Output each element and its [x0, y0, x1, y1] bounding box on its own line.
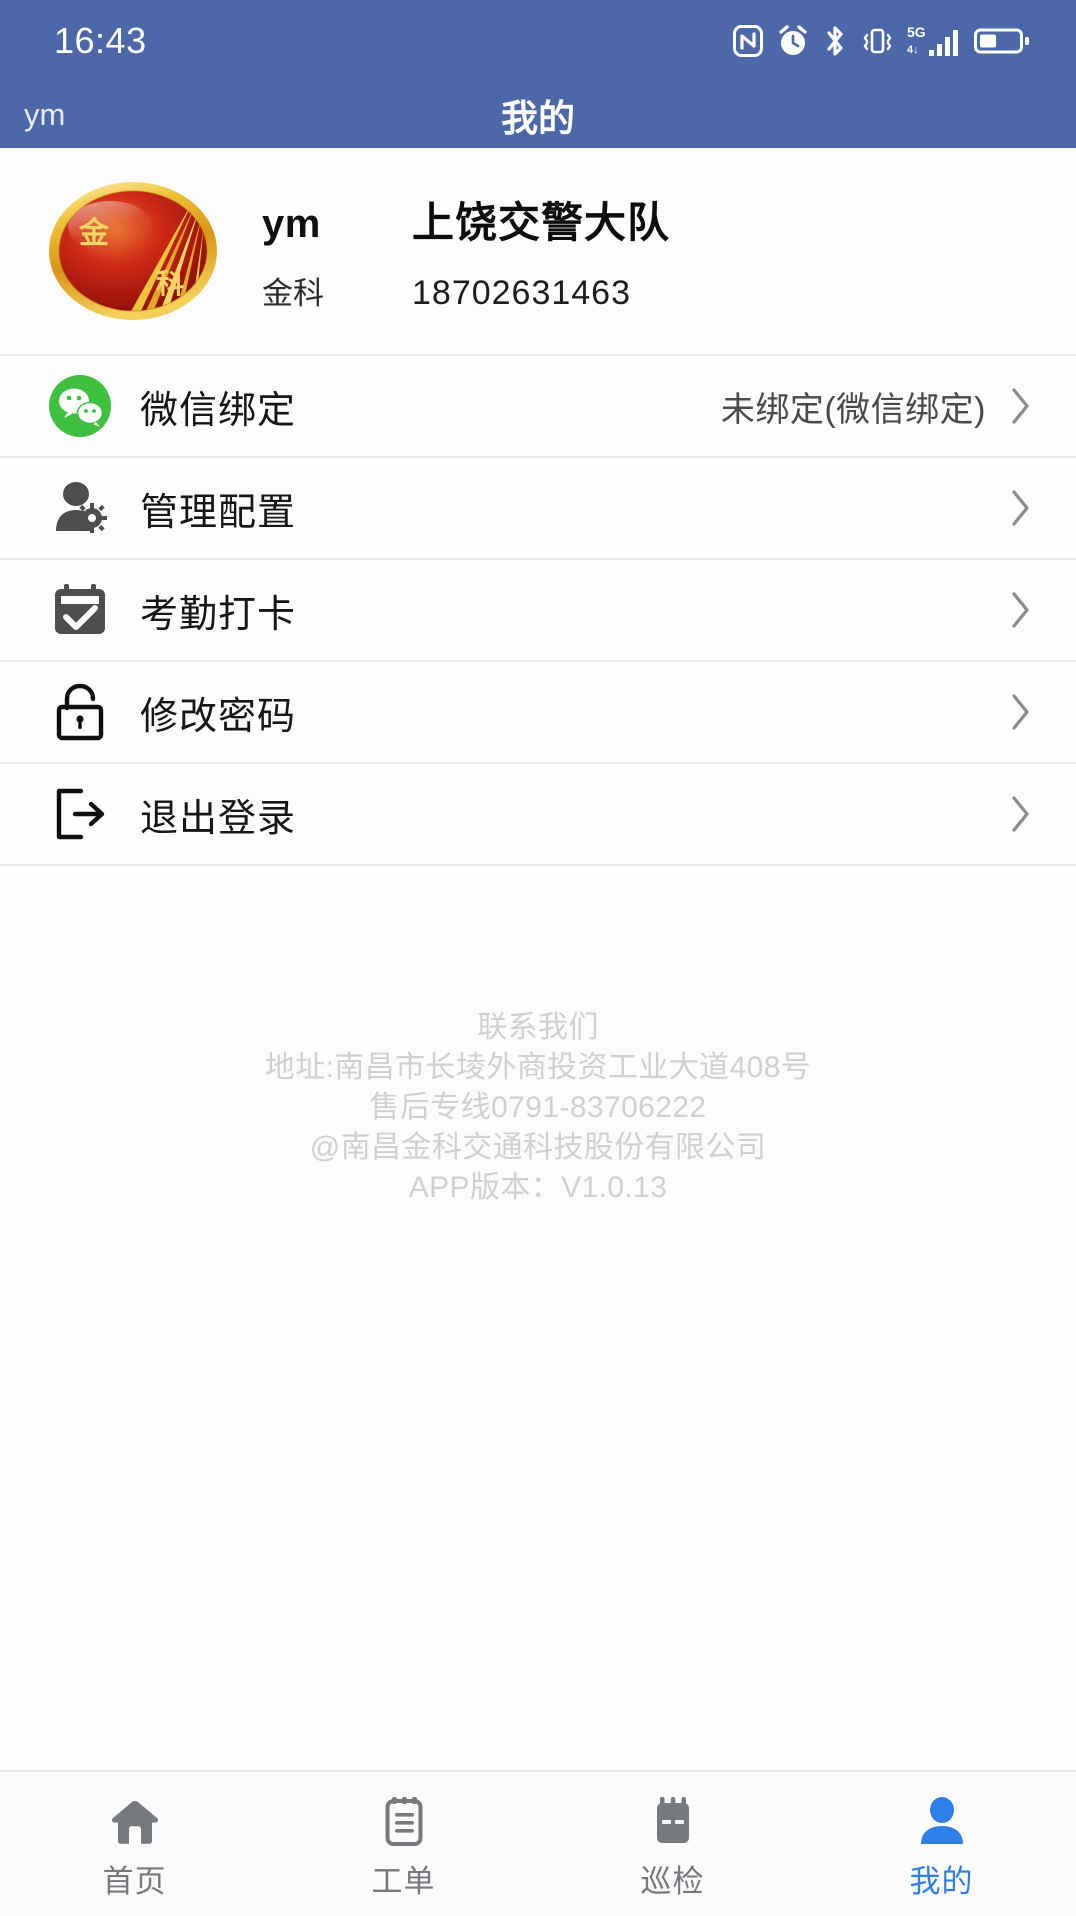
profile-section[interactable]: 金 科 ym 上饶交警大队 金科 18702631463 [0, 148, 1076, 356]
bottom-navigation: 首页 工单 巡检 我的 [0, 1770, 1076, 1916]
menu-item-value: 未绑定(微信绑定) [720, 390, 986, 429]
page-title: 我的 [501, 98, 575, 139]
menu-item-change-password[interactable]: 修改密码 [0, 662, 1076, 764]
tab-home[interactable]: 首页 [0, 1772, 269, 1916]
svg-text:科: 科 [156, 267, 184, 300]
user-settings-icon [48, 476, 112, 540]
profile-username: ym [262, 202, 321, 246]
person-icon [918, 1794, 966, 1846]
contact-address: 地址:南昌市长堎外商投资工业大道408号 [264, 1050, 812, 1084]
order-icon [381, 1794, 427, 1846]
menu-item-label: 管理配置 [140, 491, 297, 534]
svg-text:金: 金 [78, 216, 110, 251]
svg-text:4↓: 4↓ [907, 44, 919, 56]
tab-label: 巡检 [640, 1863, 705, 1899]
nfc-icon [733, 25, 763, 57]
menu-item-manage-config[interactable]: 管理配置 [0, 458, 1076, 560]
avatar: 金 科 [44, 181, 222, 321]
status-bar: 16:43 5G 4↓ [0, 0, 1076, 82]
app-root: 16:43 5G 4↓ ym 我的 金 科 ym 上饶交警大队 金科 18702… [0, 0, 1076, 1916]
tab-inspection[interactable]: 巡检 [538, 1772, 807, 1916]
status-time: 16:43 [54, 20, 147, 61]
status-icon-group: 5G 4↓ [733, 23, 1030, 59]
menu-item-label: 修改密码 [140, 695, 297, 738]
tab-label: 首页 [102, 1863, 167, 1899]
battery-icon [974, 26, 1030, 56]
menu-item-label: 考勤打卡 [140, 593, 297, 636]
logout-icon [48, 782, 112, 846]
inspection-icon [648, 1794, 698, 1846]
chevron-right-icon [1008, 486, 1034, 530]
wechat-icon [48, 374, 112, 438]
tab-label: 我的 [909, 1863, 974, 1899]
chevron-right-icon [1008, 588, 1034, 632]
contact-hotline: 售后专线0791-83706222 [369, 1090, 707, 1124]
profile-text-block: ym 上饶交警大队 金科 18702631463 [262, 189, 670, 313]
tab-label: 工单 [371, 1863, 436, 1899]
alarm-icon [776, 24, 810, 58]
calendar-check-icon [48, 578, 112, 642]
menu-item-logout[interactable]: 退出登录 [0, 764, 1076, 866]
lock-icon [48, 680, 112, 744]
profile-organization: 上饶交警大队 [412, 199, 671, 246]
contact-company: @南昌金科交通科技股份有限公司 [309, 1130, 767, 1164]
profile-company-short: 金科 [262, 276, 324, 311]
chevron-right-icon [1008, 690, 1034, 734]
profile-primary-row: ym 上饶交警大队 [262, 189, 670, 250]
signal-5g-icon: 5G 4↓ [907, 23, 961, 59]
menu-item-label: 退出登录 [140, 797, 297, 840]
tab-work-order[interactable]: 工单 [269, 1772, 538, 1916]
header-user-label[interactable]: ym [24, 97, 65, 133]
settings-menu: 微信绑定 未绑定(微信绑定) 管理配置 考勤打卡 修改密码 退出登录 [0, 356, 1076, 866]
profile-secondary-row: 金科 18702631463 [262, 268, 670, 313]
home-icon [109, 1794, 161, 1846]
bluetooth-icon [823, 24, 847, 58]
app-version: APP版本：V1.0.13 [408, 1170, 668, 1204]
contact-info-block: 联系我们 地址:南昌市长堎外商投资工业大道408号 售后专线0791-83706… [0, 866, 1076, 1770]
menu-item-label: 微信绑定 [140, 389, 297, 432]
menu-item-wechat-binding[interactable]: 微信绑定 未绑定(微信绑定) [0, 356, 1076, 458]
title-bar: ym 我的 [0, 82, 1076, 148]
contact-title: 联系我们 [477, 1011, 599, 1044]
chevron-right-icon [1008, 792, 1034, 836]
profile-phone: 18702631463 [412, 274, 632, 312]
vibrate-icon [860, 24, 894, 58]
chevron-right-icon [1008, 384, 1034, 428]
svg-text:5G: 5G [907, 24, 926, 40]
tab-mine[interactable]: 我的 [807, 1772, 1076, 1916]
menu-item-attendance[interactable]: 考勤打卡 [0, 560, 1076, 662]
